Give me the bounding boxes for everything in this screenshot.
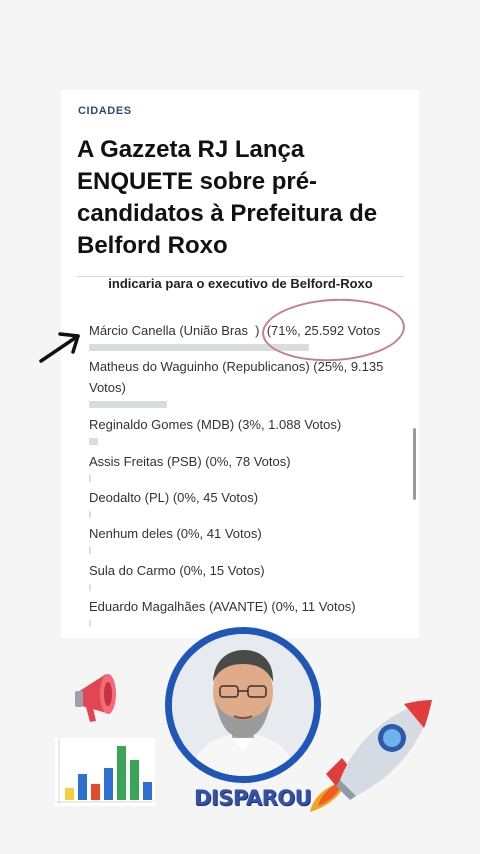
poll-option-label: Assis Freitas (PSB) (0%, 78 Votos)	[89, 454, 291, 469]
poll-option[interactable]: Reginaldo Gomes (MDB) (3%, 1.088 Votos)	[89, 414, 389, 445]
poll-option[interactable]: Nenhum deles (0%, 41 Votos)	[89, 523, 389, 554]
poll-bar-fill	[89, 547, 91, 554]
poll-bar	[89, 547, 389, 554]
poll-option[interactable]: Eduardo Magalhães (AVANTE) (0%, 11 Votos…	[89, 596, 389, 627]
poll-bar-fill	[89, 620, 91, 627]
poll-option[interactable]: Assis Freitas (PSB) (0%, 78 Votos)	[89, 451, 389, 482]
poll-bar-fill	[89, 401, 167, 408]
poll-bar	[89, 584, 389, 591]
poll-bar	[89, 438, 389, 445]
poll-bar	[89, 511, 389, 518]
category-label[interactable]: CIDADES	[78, 105, 132, 117]
poll-option[interactable]: Sula do Carmo (0%, 15 Votos)	[89, 560, 389, 591]
disparou-sticker: DISPAROU	[194, 786, 312, 810]
candidate-photo	[165, 627, 321, 783]
poll-bar	[89, 401, 389, 408]
poll-bar-fill	[89, 475, 91, 482]
poll-option-label: Sula do Carmo (0%, 15 Votos)	[89, 563, 265, 578]
bar-chart-icon	[55, 738, 155, 806]
poll-option[interactable]: Matheus do Waguinho (Republicanos) (25%,…	[89, 356, 389, 408]
poll-bar-fill	[89, 511, 91, 518]
poll-option-label: Deodalto (PL) (0%, 45 Votos)	[89, 490, 259, 505]
megaphone-icon	[75, 674, 116, 722]
arrow-icon	[39, 332, 80, 363]
avatar	[172, 634, 314, 776]
poll-bar-fill	[89, 584, 91, 591]
poll-bar-fill	[89, 438, 98, 445]
person-icon	[172, 634, 314, 776]
poll-option-label: Nenhum deles (0%, 41 Votos)	[89, 526, 262, 541]
poll-bar	[89, 475, 389, 482]
poll-option-label: Reginaldo Gomes (MDB) (3%, 1.088 Votos)	[89, 417, 342, 432]
poll-option-label: Eduardo Magalhães (AVANTE) (0%, 11 Votos…	[89, 599, 356, 614]
poll-bar	[89, 620, 389, 627]
article-card: CIDADES A Gazzeta RJ Lança ENQUETE sobre…	[61, 90, 419, 638]
rocket-icon	[310, 700, 432, 812]
article-headline[interactable]: A Gazzeta RJ Lança ENQUETE sobre pré-can…	[77, 134, 407, 262]
scrollbar[interactable]	[413, 428, 416, 500]
poll-option[interactable]: Deodalto (PL) (0%, 45 Votos)	[89, 487, 389, 518]
poll-option-label: Matheus do Waguinho (Republicanos) (25%,…	[89, 359, 384, 395]
poll-question: indicaria para o executivo de Belford-Ro…	[108, 276, 373, 291]
